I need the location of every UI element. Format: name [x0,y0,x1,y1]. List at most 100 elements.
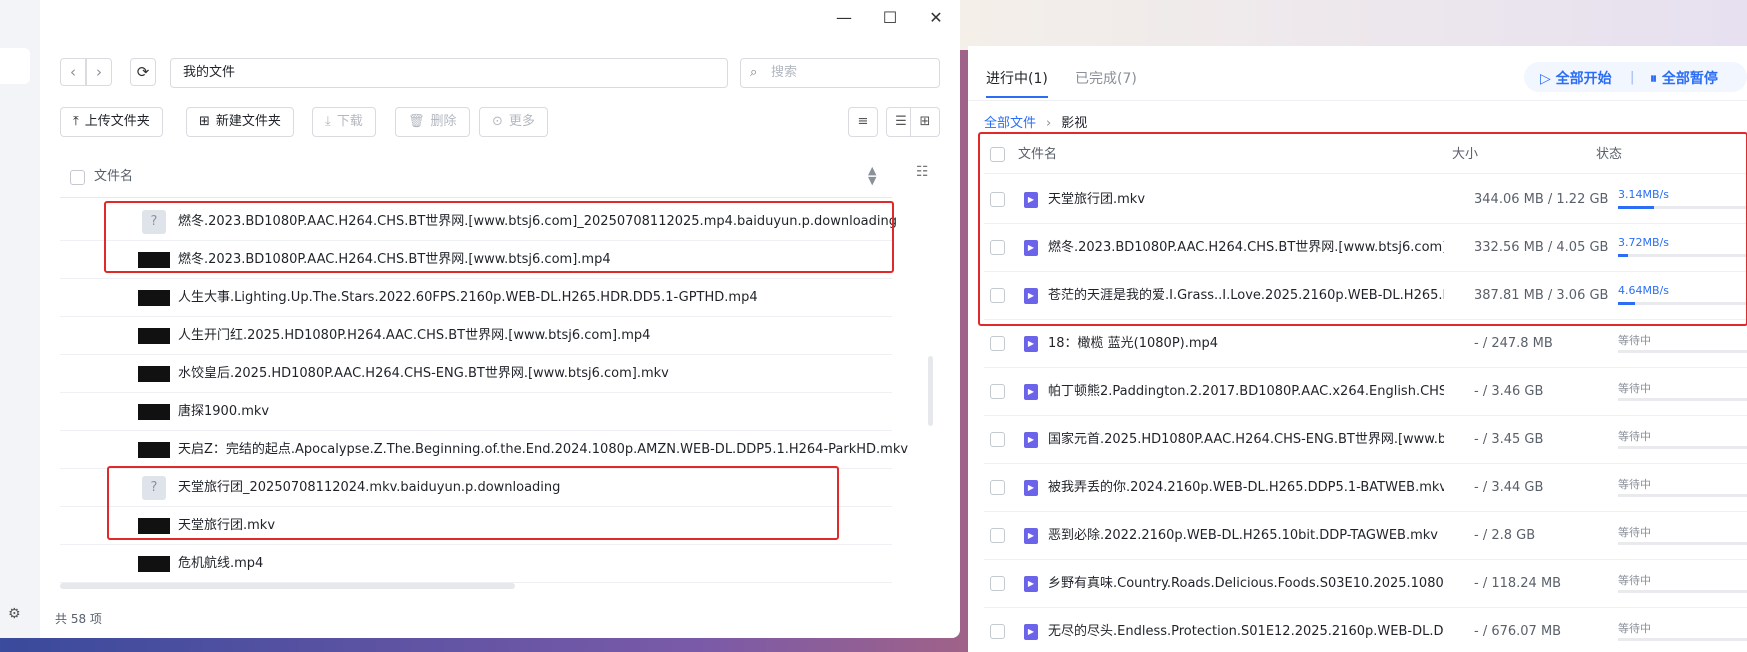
minimize-button[interactable]: — [834,8,854,27]
more-button[interactable]: ⊙ 更多 [479,107,548,137]
upload-folder-label: 上传文件夹 [84,114,150,129]
highlight-box [104,201,894,273]
video-thumbnail [138,404,170,420]
transfer-row[interactable]: ▶ 18：橄榄 蓝光(1080P).mp4 - / 247.8 MB 等待中 [984,320,1747,368]
transfer-status: 等待中 [1618,430,1651,443]
file-list-header: 文件名 ▲ ▼ [60,156,892,198]
pause-all-button[interactable]: ⏸ 全部暂停 [1650,68,1718,88]
row-checkbox[interactable] [990,336,1005,351]
transfer-row[interactable]: ▶ 帕丁顿熊2.Paddington.2.2017.BD1080P.AAC.x26… [984,368,1747,416]
video-file-icon: ▶ [1024,624,1038,640]
transfer-size: - / 118.24 MB [1474,576,1562,591]
row-checkbox[interactable] [990,576,1005,591]
breadcrumb-root[interactable]: 全部文件 [984,116,1036,131]
start-all-button[interactable]: ▷ 全部开始 [1540,68,1612,88]
grid-icon: ⊞ [919,114,931,129]
row-checkbox[interactable] [990,384,1005,399]
file-row[interactable]: 人生大事.Lighting.Up.The.Stars.2022.60FPS.21… [60,279,892,317]
progress-bar [1618,638,1747,641]
transfer-row[interactable]: ▶ 无尽的尽头.Endless.Protection.S01E12.2025.21… [984,608,1747,652]
row-checkbox[interactable] [990,480,1005,495]
download-icon: ⤓ [325,114,331,129]
transfer-status: 等待中 [1618,526,1651,539]
transfer-file-name: 恶到必除.2022.2160p.WEB-DL.H265.10bit.DDP-TA… [1048,528,1438,543]
search-icon: ⌕ [750,65,758,80]
video-file-icon: ▶ [1024,384,1038,400]
back-button[interactable]: ‹ [60,58,86,86]
upload-folder-button[interactable]: ⤒ 上传文件夹 [60,107,163,137]
transfer-row[interactable]: ▶ 被我弄丢的你.2024.2160p.WEB-DL.H265.DDP5.1-BA… [984,464,1747,512]
file-name: 水饺皇后.2025.HD1080P.AAC.H264.CHS-ENG.BT世界网… [178,366,669,381]
transfer-size: - / 2.8 GB [1474,528,1536,543]
video-thumbnail [138,556,170,572]
new-folder-button[interactable]: ⊞ 新建文件夹 [186,107,294,137]
transfer-size: - / 3.46 GB [1474,384,1544,399]
progress-bar [1618,590,1747,593]
transfer-size: - / 676.07 MB [1474,624,1562,639]
file-name: 人生开门红.2025.HD1080P.H264.AAC.CHS.BT世界网.[w… [178,328,651,343]
new-folder-label: 新建文件夹 [215,114,281,129]
transfer-row[interactable]: ▶ 乡野有真味.Country.Roads.Delicious.Foods.S03… [984,560,1747,608]
horizontal-scrollbar[interactable] [60,583,515,589]
delete-button[interactable]: 🗑 删除 [395,107,470,137]
gear-icon[interactable]: ⚙ [8,606,21,622]
tab-completed[interactable]: 已完成(7) [1075,68,1137,88]
progress-bar [1618,398,1747,401]
filter-icon[interactable]: ☷ [916,164,929,180]
trash-icon: 🗑 [408,114,425,129]
sort-button[interactable]: ≡ [848,107,878,137]
file-row[interactable]: 水饺皇后.2025.HD1080P.AAC.H264.CHS-ENG.BT世界网… [60,355,892,393]
file-row[interactable]: 危机航线.mp4 [60,545,892,583]
select-all-checkbox[interactable] [70,170,85,185]
file-row[interactable]: 天启Z：完结的起点.Apocalypse.Z.The.Beginning.of.… [60,431,908,469]
transfer-file-name: 无尽的尽头.Endless.Protection.S01E12.2025.216… [1048,624,1444,639]
transfer-row[interactable]: ▶ 国家元首.2025.HD1080P.AAC.H264.CHS-ENG.BT世界… [984,416,1747,464]
transfer-row[interactable]: ▶ 恶到必除.2022.2160p.WEB-DL.H265.10bit.DDP-T… [984,512,1747,560]
row-checkbox[interactable] [990,528,1005,543]
download-button[interactable]: ⤓ 下载 [312,107,376,137]
transfer-size: - / 3.44 GB [1474,480,1544,495]
play-icon: ▷ [1540,71,1556,87]
pause-all-label: 全部暂停 [1661,71,1718,87]
progress-bar [1618,446,1747,449]
progress-bar [1618,350,1747,353]
row-checkbox[interactable] [990,432,1005,447]
sort-icon: ≡ [857,114,869,129]
transfer-status: 等待中 [1618,574,1651,587]
file-name: 人生大事.Lighting.Up.The.Stars.2022.60FPS.21… [178,290,758,305]
file-window: — ☐ ✕ ‹ › ⟳ 我的文件 ⌕ 搜索 ⤒ 上传文件夹 ⊞ 新建文件夹 ⤓ 下载 … [0,0,960,638]
maximize-button[interactable]: ☐ [880,8,900,27]
path-input[interactable]: 我的文件 [170,58,728,88]
video-file-icon: ▶ [1024,480,1038,496]
more-label: 更多 [508,114,535,129]
sidebar-block[interactable] [0,48,30,84]
transfer-file-name: 国家元首.2025.HD1080P.AAC.H264.CHS-ENG.BT世界网… [1048,432,1444,447]
breadcrumb-current: 影视 [1061,116,1088,131]
more-icon: ⊙ [492,114,503,129]
active-tab-indicator [986,96,1048,98]
tab-in-progress[interactable]: 进行中(1) [986,68,1048,88]
new-folder-icon: ⊞ [199,114,210,129]
forward-button[interactable]: › [86,58,112,86]
video-file-icon: ▶ [1024,576,1038,592]
video-thumbnail [138,366,170,382]
close-button[interactable]: ✕ [926,8,946,27]
row-checkbox[interactable] [990,624,1005,639]
item-count: 共 58 项 [55,612,102,626]
start-all-label: 全部开始 [1555,71,1612,87]
grid-view-button[interactable]: ⊞ [910,107,940,137]
transfer-size: - / 247.8 MB [1474,336,1553,351]
sort-arrows-icon[interactable]: ▲ ▼ [868,165,876,186]
progress-bar [1618,542,1747,545]
transfer-status: 等待中 [1618,334,1651,347]
divider: | [1630,70,1635,85]
file-row[interactable]: 人生开门红.2025.HD1080P.H264.AAC.CHS.BT世界网.[w… [60,317,892,355]
transfer-status: 等待中 [1618,478,1651,491]
search-input[interactable]: ⌕ 搜索 [740,58,940,88]
transfer-size: - / 3.45 GB [1474,432,1544,447]
highlight-box [107,466,839,540]
vertical-scrollbar[interactable] [928,356,933,426]
file-row[interactable]: 唐探1900.mkv [60,393,892,431]
transfer-file-name: 18：橄榄 蓝光(1080P).mp4 [1048,336,1219,351]
refresh-button[interactable]: ⟳ [130,58,156,86]
